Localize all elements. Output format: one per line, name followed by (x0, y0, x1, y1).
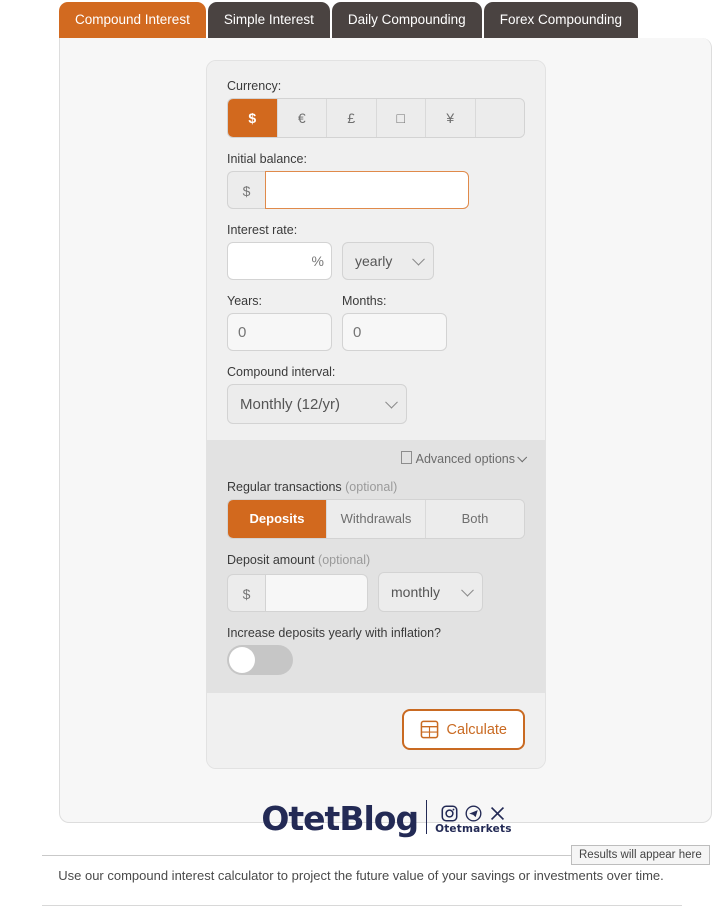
advanced-options-toggle[interactable]: Advanced options (227, 450, 528, 466)
deposit-amount-currency-prefix: $ (227, 574, 265, 612)
form-footer-section: Calculate (207, 693, 545, 768)
deposit-frequency-value: monthly (391, 584, 441, 600)
currency-option-eur[interactable]: € (277, 99, 327, 137)
social-links (441, 805, 506, 822)
deposit-amount-row: $ monthly (227, 572, 525, 612)
results-connector-line (42, 855, 572, 856)
site-logo: OtetBlog Otetmarkets (60, 800, 713, 835)
duration-labels-row: Years: Months: (227, 294, 525, 313)
months-input[interactable] (342, 313, 447, 351)
deposit-amount-label: Deposit amount (optional) (227, 553, 525, 567)
calculator-icon (420, 720, 438, 739)
tab-daily-compounding[interactable]: Daily Compounding (331, 2, 482, 38)
currency-option-inr[interactable]: □ (376, 99, 426, 137)
x-icon[interactable] (489, 805, 506, 822)
interest-rate-period-value: yearly (355, 253, 393, 269)
sub-brand-label: Otetmarkets (435, 823, 512, 835)
initial-balance-currency-prefix: $ (227, 171, 265, 209)
duration-inputs-row (227, 313, 525, 351)
deposit-amount-optional: (optional) (318, 553, 371, 567)
deposit-amount-input[interactable] (265, 574, 368, 612)
tab-forex-compounding[interactable]: Forex Compounding (483, 2, 639, 38)
deposit-frequency-select[interactable]: monthly (378, 572, 483, 612)
currency-segmented-control: $ € £ □ ¥ (227, 98, 525, 138)
telegram-icon[interactable] (465, 805, 482, 822)
regular-transactions-segmented-control: Deposits Withdrawals Both (227, 499, 525, 539)
calculate-button-label: Calculate (446, 721, 507, 738)
logo-social-block: Otetmarkets (435, 805, 512, 835)
calculate-button[interactable]: Calculate (401, 709, 525, 750)
form-advanced-section: Advanced options Regular transactions (o… (207, 440, 545, 693)
toggle-knob (229, 647, 255, 673)
deposit-amount-group: $ (227, 574, 368, 612)
logo-wordmark: OtetBlog (261, 799, 419, 838)
compound-interval-value: Monthly (12/yr) (240, 395, 341, 413)
instagram-icon[interactable] (441, 805, 458, 822)
calculator-card: Currency: $ € £ □ ¥ Initial balance: $ I… (59, 38, 712, 835)
logo-divider (426, 800, 428, 834)
chevron-down-icon (385, 395, 398, 409)
regular-transactions-optional: (optional) (345, 480, 398, 494)
form-basic-section: Currency: $ € £ □ ¥ Initial balance: $ I… (207, 61, 545, 440)
years-label: Years: (227, 294, 262, 308)
inflation-toggle-label: Increase deposits yearly with inflation? (227, 626, 442, 640)
transaction-option-both[interactable]: Both (426, 500, 524, 538)
chevron-down-icon (517, 452, 528, 463)
chevron-down-icon (461, 583, 474, 597)
interest-rate-wrap: % (227, 242, 332, 280)
interest-rate-period-select[interactable]: yearly (342, 242, 434, 280)
regular-transactions-text: Regular transactions (227, 480, 342, 494)
interest-rate-label: Interest rate: (227, 223, 298, 237)
years-input[interactable] (227, 313, 332, 351)
results-placeholder-badge: Results will appear here (571, 845, 710, 865)
compound-interval-label: Compound interval: (227, 365, 336, 379)
initial-balance-input[interactable] (265, 171, 469, 209)
currency-option-other[interactable] (475, 99, 524, 137)
chevron-down-icon (412, 252, 425, 266)
interest-rate-row: % yearly (227, 242, 525, 280)
inflation-toggle-switch[interactable] (227, 645, 293, 675)
advanced-options-glyph-icon (400, 451, 412, 464)
regular-transactions-label: Regular transactions (optional) (227, 480, 525, 494)
initial-balance-group: $ (227, 171, 525, 209)
tab-simple-interest[interactable]: Simple Interest (207, 2, 330, 38)
calculator-form-panel: Currency: $ € £ □ ¥ Initial balance: $ I… (206, 60, 546, 769)
bottom-divider (42, 905, 682, 906)
transaction-option-deposits[interactable]: Deposits (228, 500, 327, 538)
months-label: Months: (342, 294, 387, 308)
compound-interval-select[interactable]: Monthly (12/yr) (227, 384, 407, 424)
footnote-text: Use our compound interest calculator to … (58, 868, 664, 883)
currency-label: Currency: (227, 79, 282, 93)
currency-option-usd[interactable]: $ (228, 99, 278, 137)
deposit-amount-text: Deposit amount (227, 553, 315, 567)
currency-option-jpy[interactable]: ¥ (426, 99, 476, 137)
interest-rate-input[interactable] (227, 242, 332, 280)
transaction-option-withdrawals[interactable]: Withdrawals (327, 500, 426, 538)
initial-balance-label: Initial balance: (227, 152, 307, 166)
currency-option-gbp[interactable]: £ (327, 99, 377, 137)
tab-bar: Compound Interest Simple Interest Daily … (0, 0, 722, 38)
tab-compound-interest[interactable]: Compound Interest (59, 2, 206, 38)
advanced-options-label: Advanced options (415, 452, 515, 466)
